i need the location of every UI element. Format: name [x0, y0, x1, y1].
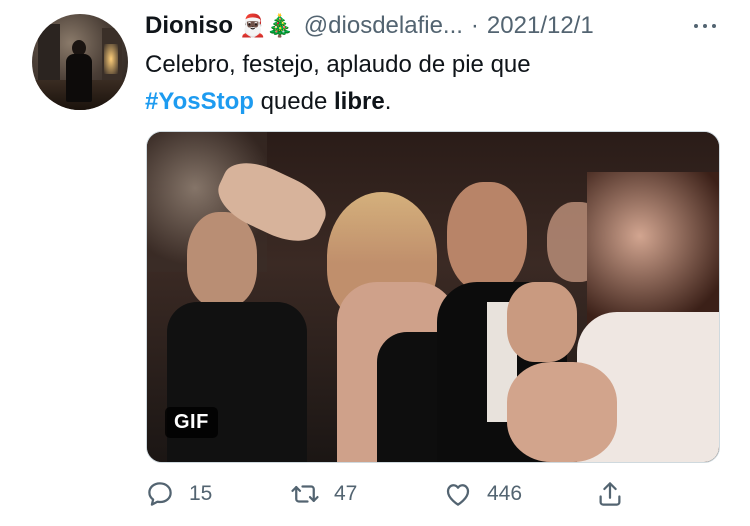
avatar-building-left [38, 24, 60, 84]
gif-badge: GIF [165, 407, 218, 438]
like-button[interactable]: 446 [443, 476, 522, 512]
media-face-left [187, 212, 257, 307]
tweet-text: Celebro, festejo, aplaudo de pie que #Yo… [145, 46, 725, 120]
tweet-header: Dioniso 🎅🏿🎄 @diosdelafie... · 2021/12/1 [145, 10, 594, 42]
avatar-figure-body [66, 54, 92, 102]
separator-dot: · [470, 12, 479, 39]
tweet-date[interactable]: 2021/12/1 [487, 12, 594, 40]
like-icon [446, 484, 470, 506]
author-name[interactable]: Dioniso [145, 12, 233, 40]
like-count: 446 [487, 482, 523, 505]
tweet-text-intro: Celebro, festejo, aplaudo de pie que [145, 51, 531, 78]
share-icon [599, 482, 621, 506]
gif-media[interactable]: GIF [146, 131, 720, 463]
retweet-button[interactable]: 47 [290, 476, 357, 512]
action-bar: 15 47 446 [145, 476, 645, 512]
media-hands-center [507, 282, 577, 362]
reply-count: 15 [189, 482, 213, 505]
reply-button[interactable]: 15 [145, 476, 212, 512]
hashtag-link[interactable]: #YosStop [145, 88, 254, 115]
retweet-count: 47 [334, 482, 358, 505]
media-hands-right [507, 362, 617, 462]
media-suit-left [167, 302, 307, 462]
avatar-lamp-glow [104, 44, 118, 74]
tweet-text-mid: quede [260, 88, 328, 115]
author-emojis: 🎅🏿🎄 [239, 13, 294, 38]
author-handle[interactable]: @diosdelafie... [304, 12, 463, 40]
tweet-card[interactable]: Dioniso 🎅🏿🎄 @diosdelafie... · 2021/12/1 … [0, 0, 750, 526]
media-face-right [587, 172, 719, 332]
retweet-icon [291, 485, 319, 503]
reply-icon [148, 482, 172, 506]
tweet-text-end: . [384, 88, 392, 115]
tweet-text-bold: libre [334, 88, 385, 115]
share-button[interactable] [595, 476, 639, 512]
avatar[interactable] [32, 14, 128, 110]
media-face-center [447, 182, 527, 292]
more-icon[interactable] [692, 14, 722, 38]
